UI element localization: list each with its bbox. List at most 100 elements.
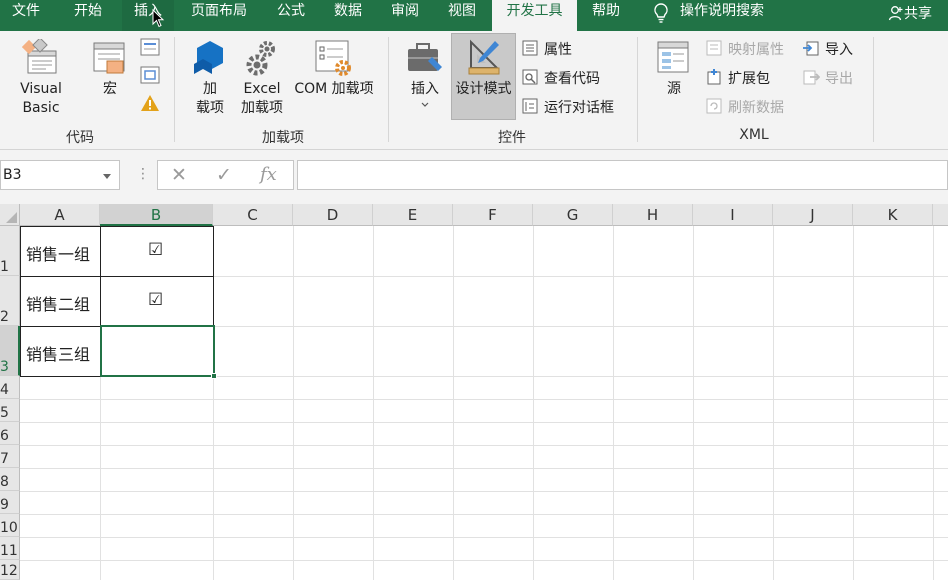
macro-button[interactable]: 宏 bbox=[90, 80, 130, 99]
cancel-icon[interactable]: ✕ bbox=[171, 164, 187, 186]
group-separator bbox=[388, 37, 389, 142]
gridline bbox=[373, 226, 374, 580]
column-header-partial bbox=[933, 204, 948, 226]
properties-button[interactable]: 属性 bbox=[544, 39, 572, 59]
gridline bbox=[453, 226, 454, 580]
row-number: 7 bbox=[0, 451, 9, 467]
column-header-K[interactable]: K bbox=[853, 204, 933, 226]
column-header-G[interactable]: G bbox=[533, 204, 613, 226]
insert-controls-button[interactable]: 插入 bbox=[404, 80, 446, 99]
group-label-addins: 加载项 bbox=[262, 130, 304, 146]
relative-reference-icon[interactable] bbox=[139, 65, 161, 85]
gridline bbox=[20, 399, 948, 400]
row-number: 8 bbox=[0, 474, 9, 490]
row-header-5[interactable]: 5 bbox=[0, 399, 20, 422]
row-number: 4 bbox=[0, 382, 9, 398]
row-number: 6 bbox=[0, 428, 9, 444]
fill-handle[interactable] bbox=[211, 373, 217, 379]
export-button[interactable]: 导出 bbox=[825, 68, 853, 88]
addins-button-line2[interactable]: 载项 bbox=[190, 99, 230, 118]
gridline bbox=[693, 226, 694, 580]
tab-insert[interactable]: 插入 bbox=[122, 0, 174, 31]
gridline bbox=[613, 226, 614, 580]
checkbox-checked-icon[interactable]: ☑ bbox=[148, 240, 163, 260]
column-header-E[interactable]: E bbox=[373, 204, 453, 226]
group-label-controls: 控件 bbox=[498, 130, 526, 146]
design-mode-button[interactable]: 设计模式 bbox=[451, 33, 516, 120]
tab-home[interactable]: 开始 bbox=[62, 0, 114, 31]
tab-file[interactable]: 文件 bbox=[0, 0, 52, 31]
column-header-I[interactable]: I bbox=[693, 204, 773, 226]
row-header-3[interactable]: 3 bbox=[0, 326, 20, 376]
map-properties-button[interactable]: 映射属性 bbox=[728, 39, 784, 59]
name-box[interactable]: B3 bbox=[0, 160, 120, 190]
column-header-H[interactable]: H bbox=[613, 204, 693, 226]
xml-source-button[interactable]: 源 bbox=[654, 80, 694, 99]
run-dialog-button[interactable]: 运行对话框 bbox=[544, 97, 614, 117]
selected-cell-B3[interactable] bbox=[100, 325, 215, 377]
worksheet-grid[interactable]: A B C D E F G H I J K 1 2 3 4 5 6 7 8 9 … bbox=[0, 204, 948, 580]
formula-bar-area: B3 ⋮ ✕ ✓ fx bbox=[0, 150, 948, 204]
row-header-9[interactable]: 9 bbox=[0, 491, 20, 514]
excel-addins-gear-icon bbox=[246, 41, 275, 76]
excel-addins-button-line2[interactable]: 加载项 bbox=[236, 99, 288, 118]
expansion-packs-icon bbox=[707, 69, 721, 85]
ribbon-tab-bar: 文件 开始 插入 页面布局 公式 数据 审阅 视图 开发工具 帮助 操作说明搜索… bbox=[0, 0, 948, 31]
row-number: 9 bbox=[0, 497, 9, 513]
checkbox-checked-icon[interactable]: ☑ bbox=[148, 290, 163, 310]
record-macro-icon[interactable] bbox=[139, 37, 161, 57]
row-header-4[interactable]: 4 bbox=[0, 376, 20, 399]
lightbulb-icon bbox=[654, 3, 668, 23]
xml-source-icon bbox=[657, 41, 689, 73]
tab-review[interactable]: 审阅 bbox=[380, 0, 430, 31]
select-all-corner[interactable] bbox=[0, 204, 20, 226]
tab-view[interactable]: 视图 bbox=[437, 0, 487, 31]
insert-function-icon[interactable]: fx bbox=[260, 164, 277, 185]
name-box-dropdown-icon[interactable] bbox=[103, 174, 111, 179]
group-label-xml: XML bbox=[739, 127, 769, 143]
excel-addins-button-line1[interactable]: Excel bbox=[236, 80, 288, 99]
column-header-B[interactable]: B bbox=[100, 204, 213, 226]
formula-buttons: ✕ ✓ fx bbox=[157, 160, 294, 190]
share-button[interactable]: 共享 bbox=[888, 3, 932, 23]
refresh-data-button[interactable]: 刷新数据 bbox=[728, 97, 784, 117]
row-header-8[interactable]: 8 bbox=[0, 468, 20, 491]
row-header-12[interactable]: 12 bbox=[0, 560, 20, 580]
tab-page-layout[interactable]: 页面布局 bbox=[180, 0, 258, 31]
row-header-10[interactable]: 10 bbox=[0, 514, 20, 537]
row-number: 5 bbox=[0, 405, 9, 421]
row-header-7[interactable]: 7 bbox=[0, 445, 20, 468]
com-addins-button[interactable]: COM 加载项 bbox=[289, 80, 379, 99]
tell-me-search[interactable]: 操作说明搜索 bbox=[680, 0, 780, 31]
addins-button-line1[interactable]: 加 bbox=[190, 80, 230, 99]
mouse-cursor-icon bbox=[152, 9, 165, 28]
formula-input[interactable] bbox=[297, 160, 948, 190]
person-icon bbox=[888, 6, 903, 21]
cell-A3-text: 销售三组 bbox=[26, 345, 91, 364]
gridline bbox=[933, 226, 934, 580]
import-button[interactable]: 导入 bbox=[825, 39, 853, 59]
row-header-1[interactable]: 1 bbox=[0, 226, 20, 276]
tab-formulas[interactable]: 公式 bbox=[266, 0, 316, 31]
tab-developer[interactable]: 开发工具 bbox=[492, 0, 577, 31]
macro-security-icon[interactable] bbox=[139, 93, 161, 113]
expansion-packs-button[interactable]: 扩展包 bbox=[728, 68, 770, 88]
visual-basic-button[interactable]: Visual Basic bbox=[0, 80, 82, 118]
enter-check-icon[interactable]: ✓ bbox=[216, 164, 232, 186]
com-addins-icon bbox=[315, 40, 351, 76]
tab-data[interactable]: 数据 bbox=[322, 0, 374, 31]
gridline bbox=[20, 445, 948, 446]
row-header-6[interactable]: 6 bbox=[0, 422, 20, 445]
gridline bbox=[20, 468, 948, 469]
tab-help[interactable]: 帮助 bbox=[584, 0, 628, 31]
formula-bar-splitter-icon[interactable]: ⋮ bbox=[136, 166, 150, 182]
column-header-D[interactable]: D bbox=[293, 204, 373, 226]
view-code-button[interactable]: 查看代码 bbox=[544, 68, 600, 88]
row-header-11[interactable]: 11 bbox=[0, 537, 20, 560]
column-header-A[interactable]: A bbox=[20, 204, 100, 226]
column-header-F[interactable]: F bbox=[453, 204, 533, 226]
name-box-value: B3 bbox=[3, 167, 22, 183]
column-header-C[interactable]: C bbox=[213, 204, 293, 226]
row-header-2[interactable]: 2 bbox=[0, 276, 20, 326]
column-header-J[interactable]: J bbox=[773, 204, 853, 226]
